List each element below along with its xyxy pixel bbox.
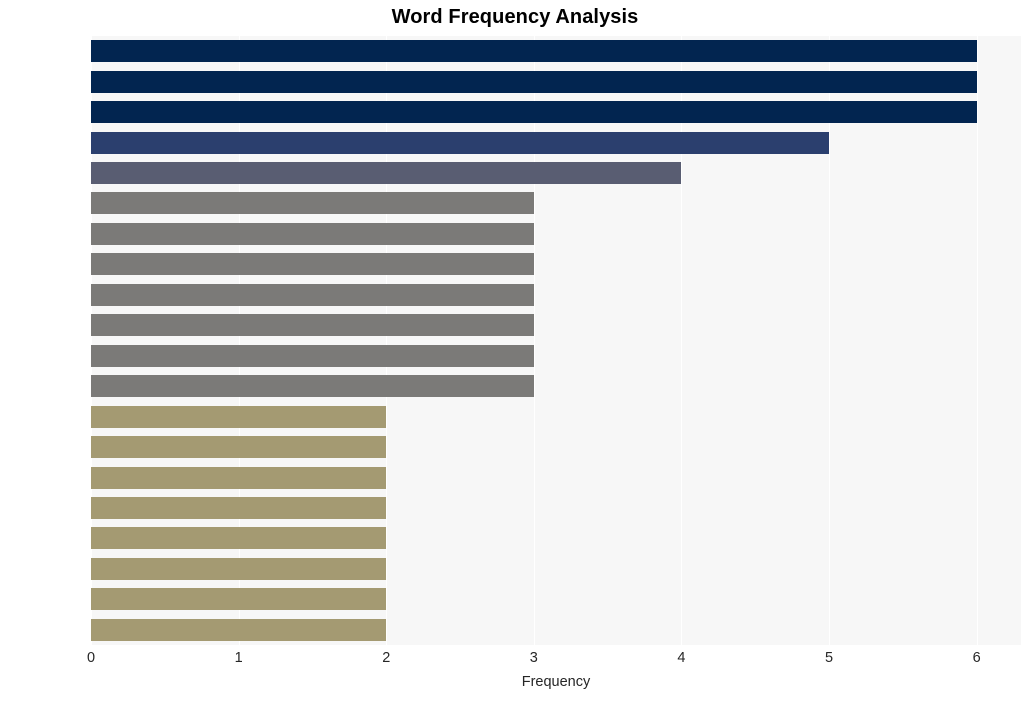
bar-row[interactable] bbox=[91, 253, 1021, 276]
bar-buffalo[interactable] bbox=[91, 405, 387, 428]
x-tick-label-5: 5 bbox=[825, 650, 834, 666]
x-tick-label-0: 0 bbox=[86, 650, 96, 666]
bar-row[interactable] bbox=[91, 375, 1021, 398]
bar-row[interactable] bbox=[91, 466, 1021, 489]
bar-charge[interactable] bbox=[91, 131, 830, 154]
bar-row[interactable] bbox=[91, 436, 1021, 459]
bar-state[interactable] bbox=[91, 283, 534, 306]
chart-title: Word Frequency Analysis bbox=[391, 6, 639, 28]
x-axis-label: Frequency bbox=[521, 674, 591, 690]
bar-row[interactable] bbox=[91, 40, 1021, 63]
bar-row[interactable] bbox=[91, 557, 1021, 580]
bar-row[interactable] bbox=[91, 131, 1021, 154]
bar-row[interactable] bbox=[91, 283, 1021, 306]
bar-new[interactable] bbox=[91, 222, 534, 245]
gridline-x-6 bbox=[976, 36, 978, 645]
bar-iran[interactable] bbox=[91, 588, 387, 611]
x-tick-label-3: 3 bbox=[529, 650, 538, 666]
gridline-x-1 bbox=[238, 36, 240, 645]
bar-stab[interactable] bbox=[91, 344, 534, 367]
gridline-x-0 bbox=[91, 36, 92, 645]
bar-matar[interactable] bbox=[91, 101, 977, 124]
bar-row[interactable] bbox=[91, 101, 1021, 124]
bar-row[interactable] bbox=[91, 222, 1021, 245]
bar-indictment[interactable] bbox=[91, 496, 387, 519]
bar-militant[interactable] bbox=[91, 557, 387, 580]
bar-row[interactable] bbox=[91, 496, 1021, 519]
gridline-x-4 bbox=[681, 36, 683, 645]
plot-area bbox=[91, 36, 1021, 645]
gridline-x-3 bbox=[533, 36, 535, 645]
bar-row[interactable] bbox=[91, 162, 1021, 185]
gridline-x-2 bbox=[386, 36, 388, 645]
gridline-x-5 bbox=[829, 36, 831, 645]
chart-figure: Word Frequency Analysis rushdieattackmat… bbox=[0, 0, 1030, 701]
bar-row[interactable] bbox=[91, 405, 1021, 428]
bar-author[interactable] bbox=[91, 436, 387, 459]
bar-group[interactable] bbox=[91, 162, 682, 185]
bar-row[interactable] bbox=[91, 588, 1021, 611]
bar-row[interactable] bbox=[91, 618, 1021, 641]
x-tick-label-1: 1 bbox=[234, 650, 243, 666]
bar-row[interactable] bbox=[91, 344, 1021, 367]
bar-row[interactable] bbox=[91, 192, 1021, 215]
bar-row[interactable] bbox=[91, 70, 1021, 93]
bar-didnt[interactable] bbox=[91, 618, 387, 641]
bar-court[interactable] bbox=[91, 527, 387, 550]
x-tick-label-4: 4 bbox=[677, 650, 686, 666]
bar-death[interactable] bbox=[91, 375, 534, 398]
bar-knife[interactable] bbox=[91, 192, 534, 215]
x-tick-label-6: 6 bbox=[972, 650, 981, 666]
bar-time[interactable] bbox=[91, 314, 534, 337]
bar-rushdie[interactable] bbox=[91, 40, 977, 63]
bar-row[interactable] bbox=[91, 314, 1021, 337]
x-tick-label-2: 2 bbox=[382, 650, 391, 666]
bar-attack[interactable] bbox=[91, 70, 977, 93]
bar-lebanon[interactable] bbox=[91, 253, 534, 276]
bar-row[interactable] bbox=[91, 527, 1021, 550]
bar-support[interactable] bbox=[91, 466, 387, 489]
